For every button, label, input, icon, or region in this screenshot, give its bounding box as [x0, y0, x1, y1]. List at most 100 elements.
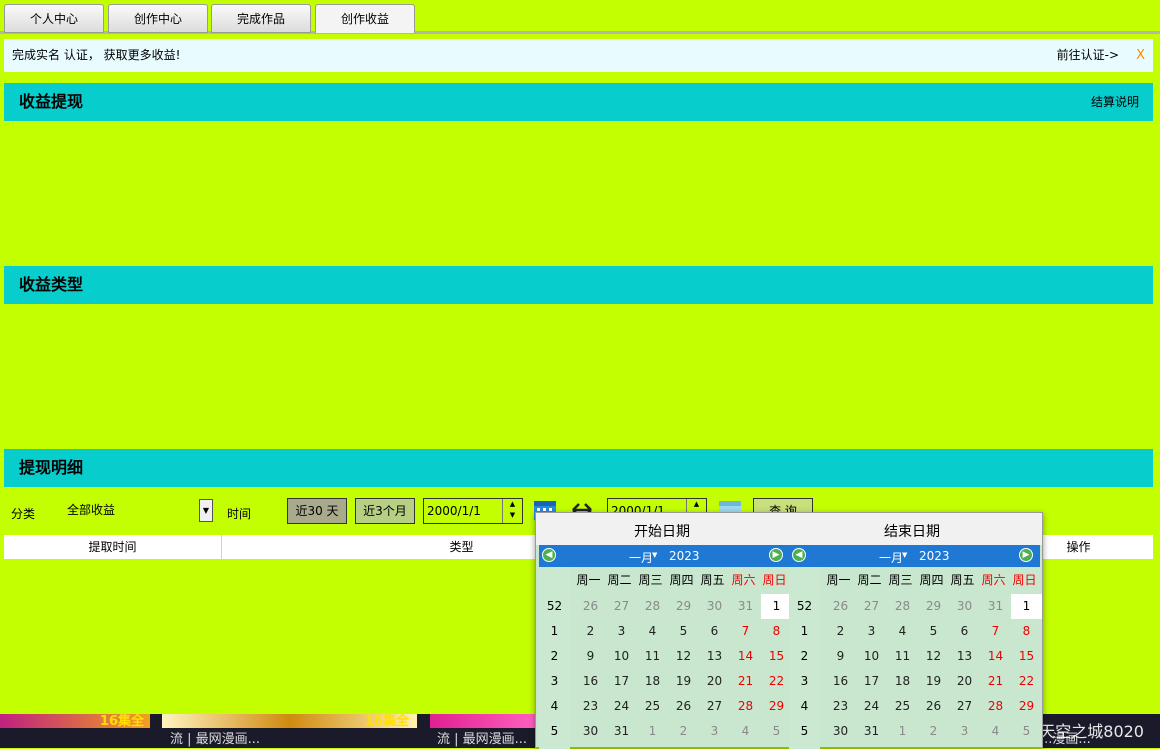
prev-month-icon[interactable]: ◀	[792, 548, 806, 562]
calendar-day[interactable]: 15	[1011, 644, 1042, 669]
calendar-day[interactable]: 2	[825, 619, 856, 644]
month-select[interactable]: 一月	[629, 549, 653, 566]
calendar-day[interactable]: 1	[887, 719, 918, 744]
calendar-day[interactable]: 14	[730, 644, 761, 669]
calendar-day[interactable]: 1	[761, 594, 792, 619]
calendar-day[interactable]: 11	[887, 644, 918, 669]
year-select[interactable]: 2023	[669, 549, 700, 563]
calendar-day[interactable]: 18	[887, 669, 918, 694]
calendar-day[interactable]: 24	[606, 694, 637, 719]
calendar-day[interactable]: 5	[1011, 719, 1042, 744]
calendar-day[interactable]: 21	[730, 669, 761, 694]
last-3-months-button[interactable]: 近3个月	[355, 498, 415, 524]
calendar-day[interactable]: 2	[918, 719, 949, 744]
category-select[interactable]: 全部收益 ▼	[60, 498, 213, 523]
calendar-day[interactable]: 27	[856, 594, 887, 619]
calendar-day[interactable]: 22	[1011, 669, 1042, 694]
calendar-day[interactable]: 19	[918, 669, 949, 694]
calendar-day[interactable]: 30	[575, 719, 606, 744]
video-thumbnail[interactable]: 16集全	[0, 714, 150, 729]
calendar-day[interactable]: 3	[949, 719, 980, 744]
go-verify-link[interactable]: 前往认证->	[1057, 39, 1119, 72]
tab-personal-center[interactable]: 个人中心	[4, 4, 104, 33]
calendar-day[interactable]: 5	[761, 719, 792, 744]
calendar-day[interactable]: 13	[949, 644, 980, 669]
calendar-day[interactable]: 23	[575, 694, 606, 719]
calendar-day[interactable]: 9	[825, 644, 856, 669]
calendar-day[interactable]: 10	[856, 644, 887, 669]
calendar-day[interactable]: 10	[606, 644, 637, 669]
calendar-day[interactable]: 31	[856, 719, 887, 744]
calendar-day[interactable]: 3	[699, 719, 730, 744]
calendar-day[interactable]: 31	[980, 594, 1011, 619]
chevron-down-icon[interactable]: ▼	[902, 551, 907, 559]
dropdown-arrow-icon[interactable]: ▼	[199, 499, 213, 522]
calendar-day[interactable]: 14	[980, 644, 1011, 669]
calendar-day[interactable]: 5	[668, 619, 699, 644]
calendar-day[interactable]: 4	[637, 619, 668, 644]
calendar-day[interactable]: 28	[980, 694, 1011, 719]
next-month-icon[interactable]: ▶	[769, 548, 783, 562]
date-spinner[interactable]: ▲▼	[502, 499, 522, 523]
calendar-day[interactable]: 30	[825, 719, 856, 744]
calendar-day[interactable]: 17	[606, 669, 637, 694]
calendar-day[interactable]: 7	[730, 619, 761, 644]
calendar-day[interactable]: 13	[699, 644, 730, 669]
calendar-day[interactable]: 4	[980, 719, 1011, 744]
calendar-day[interactable]: 2	[575, 619, 606, 644]
calendar-day[interactable]: 9	[575, 644, 606, 669]
calendar-day[interactable]: 1	[637, 719, 668, 744]
video-caption[interactable]: 流 | 最网漫画...	[170, 728, 260, 747]
calendar-day[interactable]: 4	[730, 719, 761, 744]
settlement-help-link[interactable]: 结算说明	[1091, 83, 1139, 121]
last-30-days-button[interactable]: 近30 天	[287, 498, 347, 524]
calendar-day[interactable]: 12	[918, 644, 949, 669]
close-icon[interactable]: X	[1136, 39, 1145, 72]
video-caption[interactable]: 流 | 最网漫画...	[437, 728, 535, 747]
calendar-day[interactable]: 8	[761, 619, 792, 644]
tab-creation-center[interactable]: 创作中心	[108, 4, 208, 33]
calendar-day[interactable]: 4	[887, 619, 918, 644]
calendar-day[interactable]: 31	[730, 594, 761, 619]
calendar-day[interactable]: 26	[918, 694, 949, 719]
month-select[interactable]: 一月	[879, 549, 903, 566]
video-thumbnail[interactable]	[430, 714, 535, 728]
calendar-day[interactable]: 29	[668, 594, 699, 619]
video-thumbnail[interactable]: 16集全	[162, 714, 417, 729]
calendar-day[interactable]: 3	[856, 619, 887, 644]
calendar-day[interactable]: 22	[761, 669, 792, 694]
calendar-day[interactable]: 29	[1011, 694, 1042, 719]
calendar-day[interactable]: 31	[606, 719, 637, 744]
calendar-day[interactable]: 16	[825, 669, 856, 694]
calendar-day[interactable]: 3	[606, 619, 637, 644]
calendar-day[interactable]: 25	[887, 694, 918, 719]
calendar-day[interactable]: 26	[575, 594, 606, 619]
calendar-day[interactable]: 25	[637, 694, 668, 719]
calendar-day[interactable]: 27	[606, 594, 637, 619]
calendar-day[interactable]: 23	[825, 694, 856, 719]
start-date-input[interactable]: 2000/1/1 ▲ ▼	[423, 498, 523, 524]
chevron-down-icon[interactable]: ▼	[652, 551, 657, 559]
next-month-icon[interactable]: ▶	[1019, 548, 1033, 562]
calendar-day[interactable]: 27	[949, 694, 980, 719]
calendar-day[interactable]: 26	[825, 594, 856, 619]
calendar-day[interactable]: 24	[856, 694, 887, 719]
calendar-day[interactable]: 28	[730, 694, 761, 719]
calendar-day[interactable]: 1	[1011, 594, 1042, 619]
calendar-day[interactable]: 17	[856, 669, 887, 694]
calendar-day[interactable]: 28	[887, 594, 918, 619]
calendar-day[interactable]: 19	[668, 669, 699, 694]
calendar-day[interactable]: 26	[668, 694, 699, 719]
calendar-day[interactable]: 30	[949, 594, 980, 619]
calendar-day[interactable]: 2	[668, 719, 699, 744]
tab-creation-earnings[interactable]: 创作收益	[315, 4, 415, 33]
calendar-day[interactable]: 12	[668, 644, 699, 669]
calendar-day[interactable]: 7	[980, 619, 1011, 644]
calendar-day[interactable]: 11	[637, 644, 668, 669]
prev-month-icon[interactable]: ◀	[542, 548, 556, 562]
tab-finished-works[interactable]: 完成作品	[211, 4, 311, 33]
calendar-day[interactable]: 29	[918, 594, 949, 619]
calendar-day[interactable]: 15	[761, 644, 792, 669]
year-select[interactable]: 2023	[919, 549, 950, 563]
calendar-day[interactable]: 27	[699, 694, 730, 719]
